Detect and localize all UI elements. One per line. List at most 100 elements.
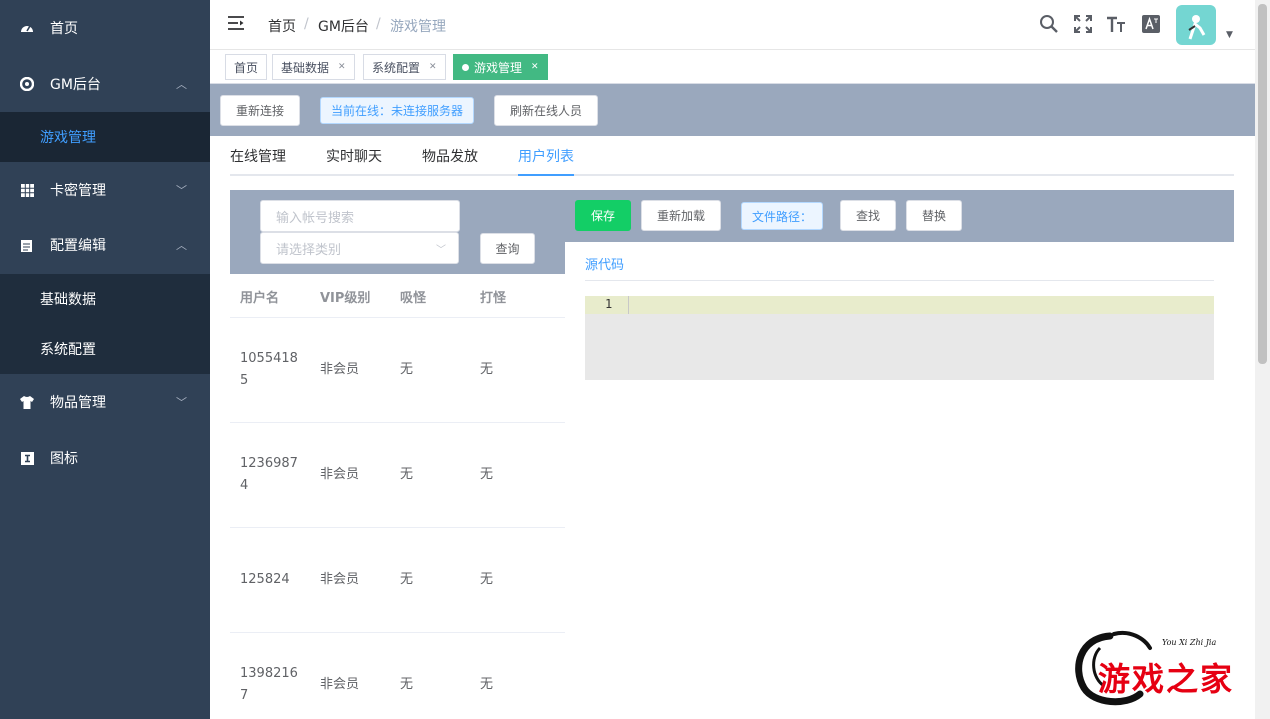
account-search-input[interactable]: 输入帐号搜索 bbox=[260, 200, 460, 232]
search-icon[interactable] bbox=[1039, 14, 1059, 34]
column-header: 用户名 bbox=[240, 291, 280, 306]
column-header: 吸怪 bbox=[400, 291, 427, 306]
column-header: 打怪 bbox=[480, 291, 507, 306]
sidebar-item-home[interactable]: 首页 bbox=[0, 1, 210, 55]
watermark-text: 游戏之家 bbox=[1098, 660, 1235, 698]
caret-down-icon[interactable]: ▼ bbox=[1226, 30, 1233, 40]
sidebar-item-card-key[interactable]: 卡密管理 ﹀ bbox=[0, 163, 210, 217]
tag-label: 基础数据 bbox=[281, 60, 330, 75]
breadcrumb-home[interactable]: 首页 bbox=[268, 16, 296, 36]
cell-absorb: 无 bbox=[400, 467, 414, 482]
search-panel: 输入帐号搜索 请选择类别 ﹀ 查询 bbox=[230, 190, 565, 274]
chevron-down-icon: ﹀ bbox=[436, 245, 446, 256]
grid-icon bbox=[20, 183, 34, 197]
line-number: 1 bbox=[605, 297, 613, 311]
font-size-icon[interactable] bbox=[1106, 14, 1126, 34]
sidebar-item-icons[interactable]: 图标 bbox=[0, 431, 210, 485]
page-scrollbar[interactable] bbox=[1255, 0, 1270, 719]
hamburger-icon[interactable] bbox=[228, 16, 245, 30]
sidebar-item-label: 系统配置 bbox=[40, 342, 96, 358]
sidebar-item-label: 配置编辑 bbox=[50, 238, 106, 254]
editor-toolbar: 保存 重新加载 文件路径： 查找 替换 bbox=[565, 190, 1234, 242]
tags-view: 首页 基础数据 ✕ 系统配置 ✕ 游戏管理 ✕ bbox=[210, 50, 1255, 84]
tag-label: 游戏管理 bbox=[474, 60, 523, 75]
online-status-badge: 当前在线：未连接服务器 bbox=[320, 97, 474, 124]
watermark-logo: You Xi Zhi Jia 游戏之家 bbox=[1070, 628, 1260, 708]
tag-system-config[interactable]: 系统配置 ✕ bbox=[363, 54, 446, 80]
row-divider bbox=[230, 317, 565, 318]
find-button[interactable]: 查找 bbox=[840, 200, 896, 231]
cell-absorb: 无 bbox=[400, 677, 414, 692]
cell-attack: 无 bbox=[480, 467, 494, 482]
tab-online-manage[interactable]: 在线管理 bbox=[230, 146, 286, 166]
cell-username: 12369874 bbox=[240, 456, 298, 493]
row-divider bbox=[230, 632, 565, 633]
tab-divider bbox=[230, 174, 1234, 176]
sidebar-item-label: 图标 bbox=[50, 451, 78, 467]
shirt-icon bbox=[20, 395, 34, 409]
reload-button[interactable]: 重新加载 bbox=[641, 200, 721, 231]
row-divider bbox=[230, 527, 565, 528]
code-editor[interactable]: 1 bbox=[585, 296, 1214, 380]
sidebar-item-label: GM后台 bbox=[50, 77, 101, 93]
lifebuoy-icon bbox=[20, 77, 34, 91]
cell-username: 125824 bbox=[240, 572, 290, 587]
refresh-online-button[interactable]: 刷新在线人员 bbox=[494, 95, 598, 126]
close-icon[interactable]: ✕ bbox=[429, 62, 437, 72]
cell-attack: 无 bbox=[480, 572, 494, 587]
chevron-up-icon: ︿ bbox=[176, 239, 187, 252]
close-icon[interactable]: ✕ bbox=[531, 62, 539, 72]
breadcrumb-gm[interactable]: GM后台 bbox=[318, 16, 369, 36]
chevron-down-icon: ﹀ bbox=[176, 184, 187, 197]
sidebar-item-base-data[interactable]: 基础数据 bbox=[0, 274, 210, 324]
source-code-title: 源代码 bbox=[585, 258, 625, 273]
dashboard-icon bbox=[20, 21, 34, 35]
source-divider bbox=[585, 280, 1214, 281]
sidebar-item-system-config[interactable]: 系统配置 bbox=[0, 324, 210, 374]
info-icon bbox=[20, 451, 34, 465]
avatar[interactable] bbox=[1176, 5, 1216, 45]
cell-username: 13982167 bbox=[240, 666, 298, 703]
scrollbar-thumb[interactable] bbox=[1258, 4, 1267, 364]
sidebar-item-label: 物品管理 bbox=[50, 395, 106, 411]
cell-absorb: 无 bbox=[400, 362, 414, 377]
reconnect-button[interactable]: 重新连接 bbox=[220, 95, 300, 126]
cell-attack: 无 bbox=[480, 362, 494, 377]
sidebar-item-config-edit[interactable]: 配置编辑 ︿ bbox=[0, 218, 210, 272]
tab-user-list[interactable]: 用户列表 bbox=[518, 146, 574, 166]
close-icon[interactable]: ✕ bbox=[338, 62, 346, 72]
connection-toolbar: 重新连接 当前在线：未连接服务器 刷新在线人员 bbox=[210, 84, 1255, 136]
cell-vip: 非会员 bbox=[320, 467, 360, 482]
tag-base-data[interactable]: 基础数据 ✕ bbox=[272, 54, 355, 80]
cursor bbox=[628, 296, 629, 314]
chevron-up-icon: ︿ bbox=[176, 78, 187, 91]
tag-home[interactable]: 首页 bbox=[225, 54, 268, 80]
cell-absorb: 无 bbox=[400, 572, 414, 587]
query-button[interactable]: 查询 bbox=[480, 233, 535, 264]
translate-icon[interactable] bbox=[1141, 14, 1161, 34]
sidebar-item-game-manage[interactable]: 游戏管理 bbox=[0, 112, 210, 162]
replace-button[interactable]: 替换 bbox=[906, 200, 962, 231]
sidebar-item-label: 卡密管理 bbox=[50, 183, 106, 199]
column-header: VIP级别 bbox=[320, 291, 371, 306]
breadcrumb-separator: / bbox=[304, 16, 309, 32]
edit-doc-icon bbox=[20, 238, 34, 252]
fullscreen-icon[interactable] bbox=[1073, 14, 1093, 34]
breadcrumb-separator: / bbox=[376, 16, 381, 32]
category-select-placeholder: 请选择类别 bbox=[276, 242, 342, 258]
tag-game-manage[interactable]: 游戏管理 ✕ bbox=[453, 54, 548, 80]
save-button[interactable]: 保存 bbox=[575, 200, 631, 231]
sidebar-item-label: 首页 bbox=[50, 21, 78, 37]
cell-attack: 无 bbox=[480, 677, 494, 692]
sidebar-item-items-manage[interactable]: 物品管理 ﹀ bbox=[0, 375, 210, 429]
category-select[interactable]: 请选择类别 ﹀ bbox=[260, 232, 459, 264]
tab-item-grant[interactable]: 物品发放 bbox=[422, 146, 478, 166]
tab-active-indicator bbox=[518, 174, 574, 176]
navbar: 首页 / GM后台 / 游戏管理 ▼ bbox=[210, 0, 1255, 50]
tag-label: 系统配置 bbox=[372, 60, 421, 75]
sidebar-item-label: 游戏管理 bbox=[40, 130, 96, 146]
tab-live-chat[interactable]: 实时聊天 bbox=[326, 146, 382, 166]
breadcrumb-current: 游戏管理 bbox=[390, 19, 446, 35]
sidebar-item-gm[interactable]: GM后台 ︿ bbox=[0, 57, 210, 111]
row-divider bbox=[230, 422, 565, 423]
